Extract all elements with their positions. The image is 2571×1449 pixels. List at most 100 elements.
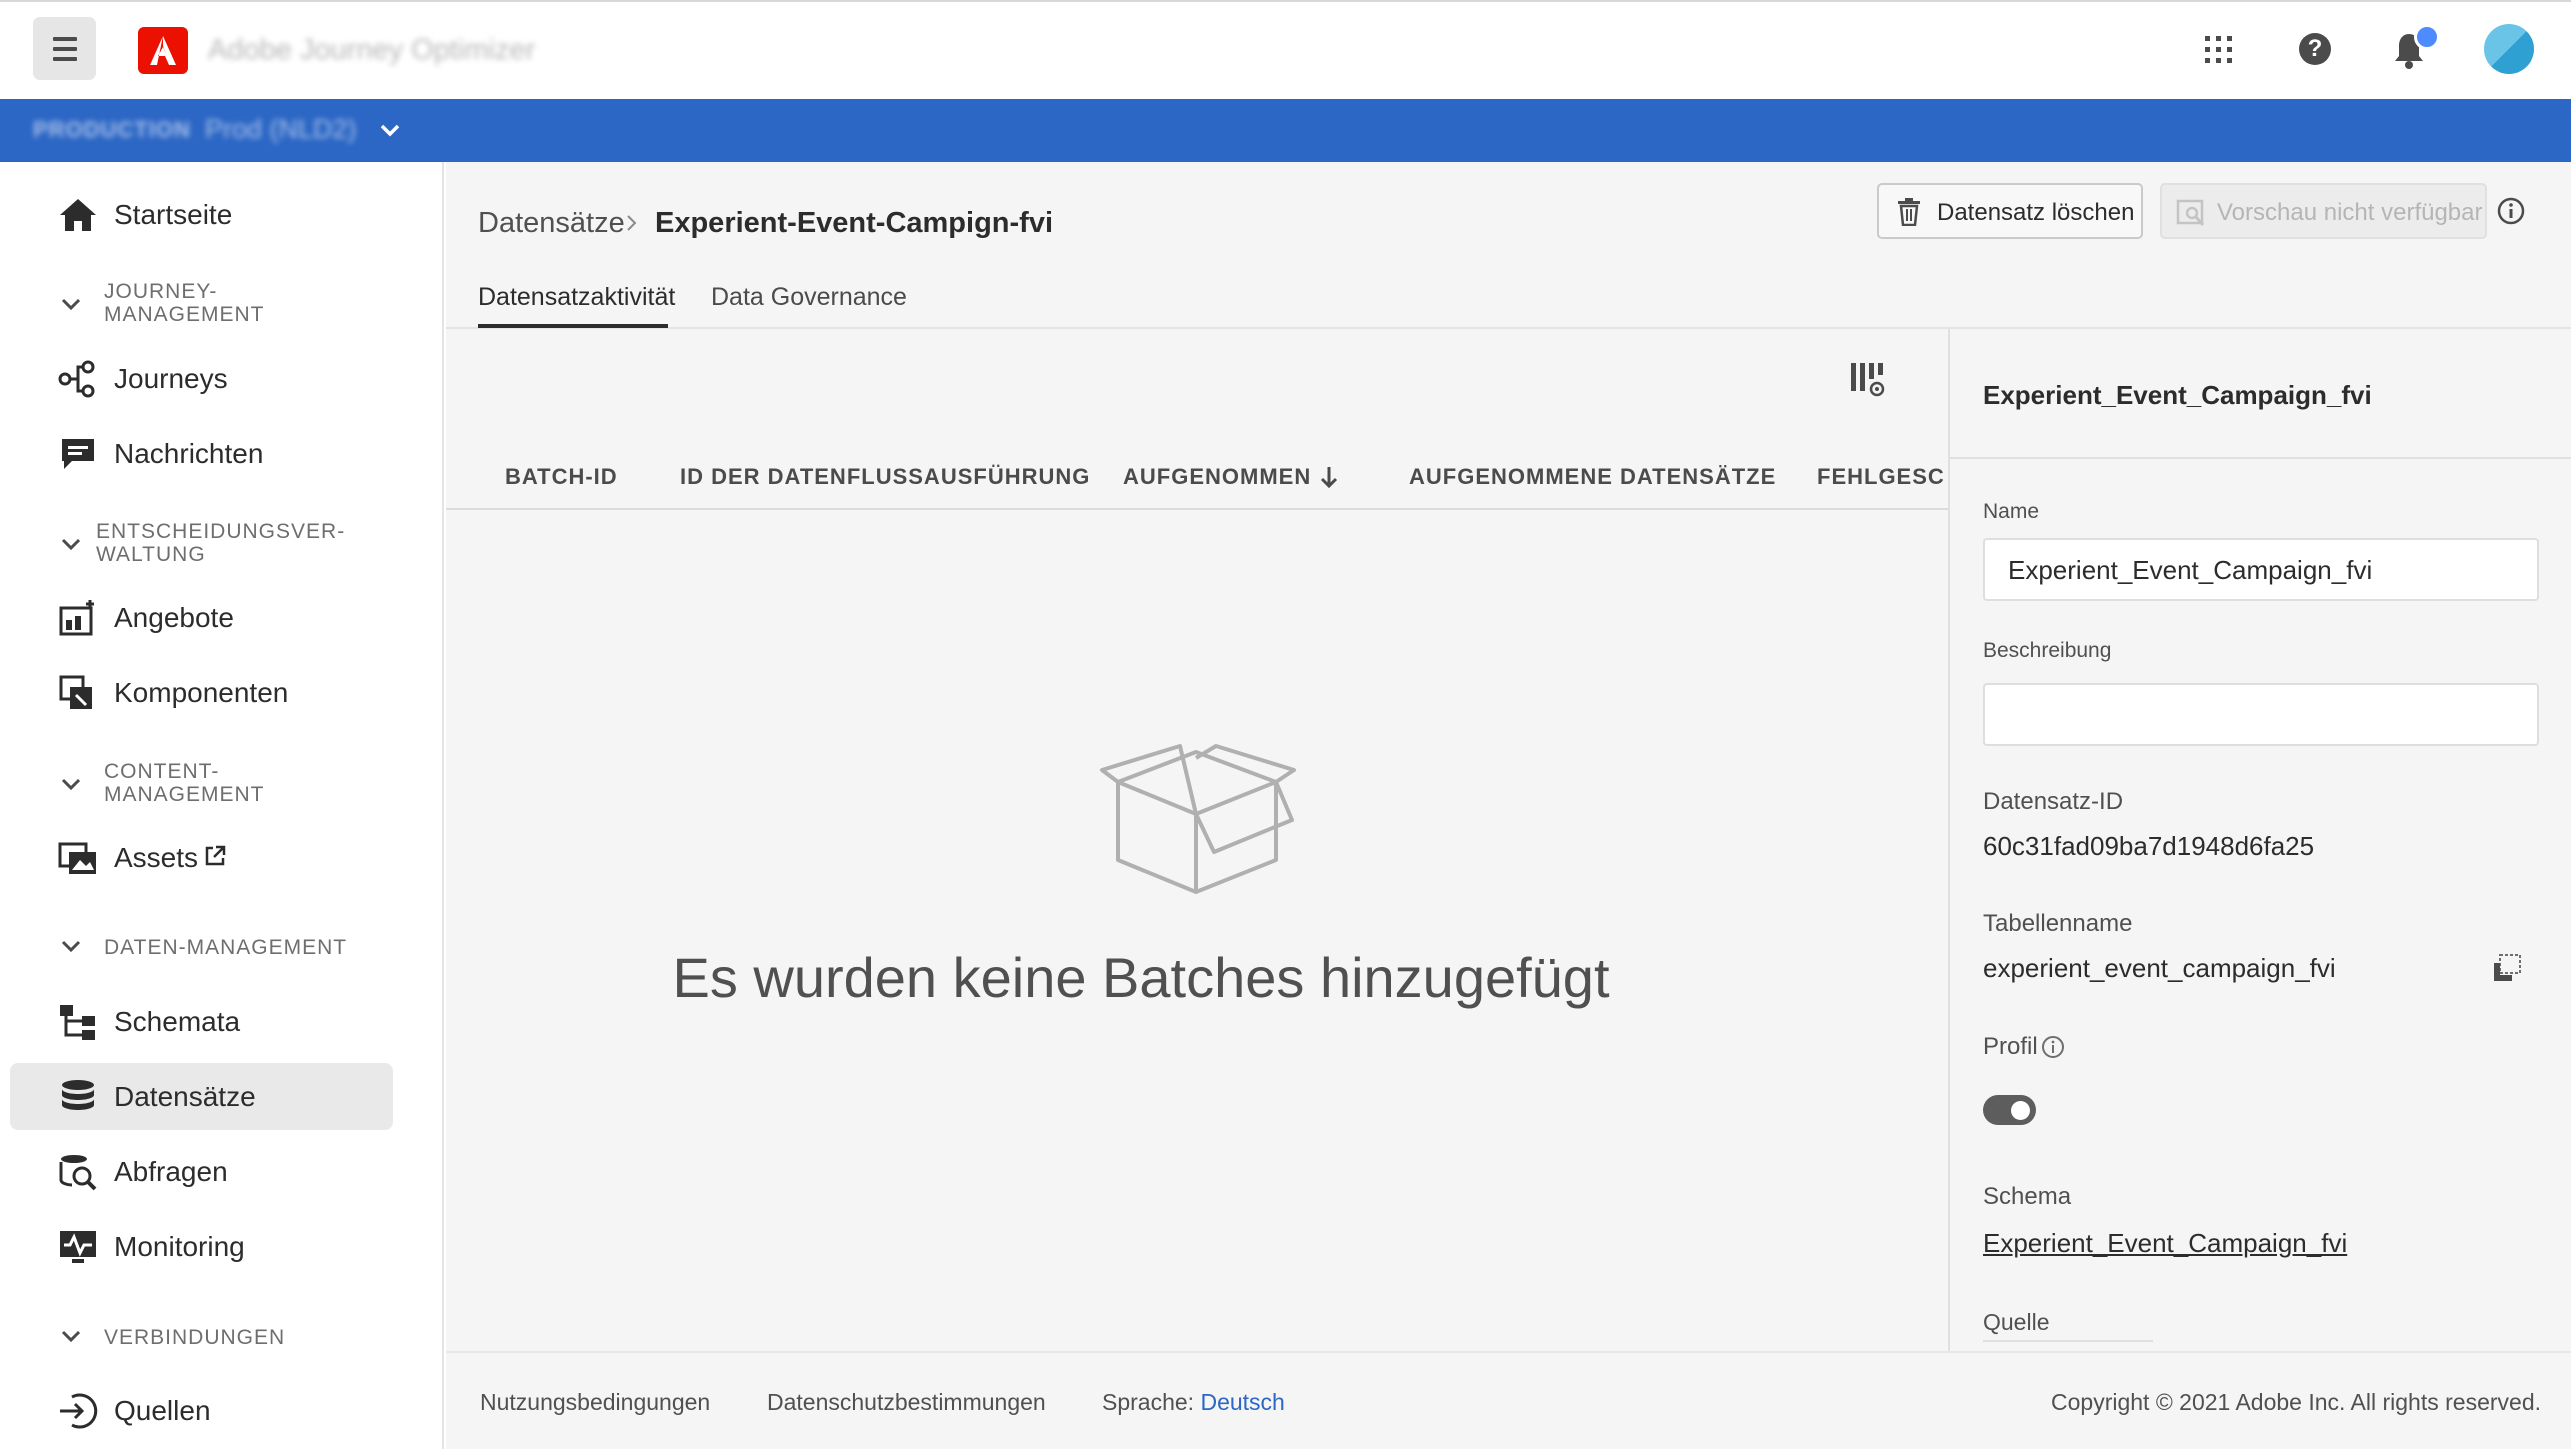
sidebar-section-label: VERBINDUNGEN xyxy=(104,1326,286,1349)
queries-icon xyxy=(59,1154,97,1190)
name-field-value: Experient_Event_Campaign_fvi xyxy=(2008,555,2373,585)
sidebar-item-startseite[interactable]: Startseite xyxy=(0,181,444,248)
sidebar-item-angebote[interactable]: Angebote xyxy=(0,584,444,651)
preview-label: Vorschau nicht verfügbar xyxy=(2217,199,2483,226)
copyright-text: Copyright © 2021 Adobe Inc. All rights r… xyxy=(2051,1389,2541,1415)
copy-icon[interactable] xyxy=(2490,953,2524,985)
sidebar-item-label: Datensätze xyxy=(114,1080,256,1112)
app-title: Adobe Journey Optimizer xyxy=(208,34,536,66)
help-icon[interactable]: ? xyxy=(2299,33,2331,65)
user-avatar[interactable] xyxy=(2484,24,2534,74)
sidebar-item-label: Quellen xyxy=(114,1394,211,1426)
sidebar-section-entscheidungsverwaltung[interactable]: ENTSCHEIDUNGSVER- WALTUNG xyxy=(0,518,444,568)
chevron-down-icon[interactable] xyxy=(378,121,402,141)
chevron-down-icon xyxy=(61,538,81,551)
column-header-ingested-records[interactable]: AUFGENOMMENE DATENSÄTZE xyxy=(1409,464,1776,490)
sources-icon xyxy=(60,1393,98,1428)
breadcrumb-root-link[interactable]: Datensätze xyxy=(478,207,625,240)
home-icon xyxy=(60,198,96,231)
chevron-right-icon xyxy=(627,215,637,231)
sort-descending-icon[interactable] xyxy=(1318,464,1340,490)
source-label: Quelle xyxy=(1983,1309,2050,1335)
sidebar-item-komponenten[interactable]: Komponenten xyxy=(0,659,444,726)
delete-dataset-button[interactable]: Datensatz löschen xyxy=(1877,183,2143,239)
language-label: Sprache: xyxy=(1102,1389,1195,1415)
description-label: Beschreibung xyxy=(1983,639,2112,662)
chevron-down-icon xyxy=(61,1330,81,1343)
sidebar-item-label: Nachrichten xyxy=(114,437,264,469)
sidebar-item-label: Journeys xyxy=(114,362,228,394)
column-header-ingested[interactable]: AUFGENOMMEN xyxy=(1123,464,1311,490)
table-name-label: Tabellenname xyxy=(1983,910,2133,937)
journeys-icon xyxy=(58,360,95,397)
sidebar-item-quellen[interactable]: Quellen xyxy=(0,1377,444,1444)
column-header-dataflow-run-id[interactable]: ID DER DATENFLUSSAUSFÜHRUNG xyxy=(680,464,1090,490)
sidebar-section-verbindungen[interactable]: VERBINDUNGEN xyxy=(0,1323,444,1353)
tab-dataset-activity[interactable]: Datensatzaktivität xyxy=(478,283,675,312)
column-header-failed[interactable]: FEHLGESCH xyxy=(1817,464,1945,490)
chevron-down-icon xyxy=(61,940,81,953)
language-selector[interactable]: Sprache: Deutsch xyxy=(1102,1389,1285,1416)
message-icon xyxy=(62,438,94,469)
page-title: Experient-Event-Campign-fvi xyxy=(655,207,1053,239)
dataset-id-label: Datensatz-ID xyxy=(1983,788,2124,815)
sidebar-item-monitoring[interactable]: Monitoring xyxy=(0,1213,444,1280)
sidebar-item-label: Startseite xyxy=(114,198,233,230)
app-switcher-icon[interactable] xyxy=(2203,34,2235,66)
schema-label: Schema xyxy=(1983,1183,2072,1210)
sidebar-section-label: DATEN-MANAGEMENT xyxy=(104,936,348,959)
assets-icon xyxy=(58,842,96,874)
terms-link[interactable]: Nutzungsbedingungen xyxy=(480,1389,710,1416)
hamburger-menu-button[interactable] xyxy=(33,17,96,80)
preview-button[interactable]: Vorschau nicht verfügbar xyxy=(2160,183,2487,239)
info-icon[interactable] xyxy=(2041,1035,2065,1059)
description-field[interactable] xyxy=(1983,683,2539,746)
environment-label: PRODUCTION xyxy=(33,117,191,142)
trash-icon xyxy=(1898,198,1920,226)
sidebar-item-schemata[interactable]: Schemata xyxy=(0,988,444,1055)
sidebar-section-label: CONTENT- MANAGEMENT xyxy=(104,760,265,806)
tab-active-indicator xyxy=(478,324,668,328)
sidebar-section-journey-management[interactable]: JOURNEY- MANAGEMENT xyxy=(0,278,444,328)
sidebar-item-label: Angebote xyxy=(114,601,234,633)
sidebar-item-label: Abfragen xyxy=(114,1155,228,1187)
sidebar-item-assets[interactable]: Assets xyxy=(0,824,444,891)
chevron-down-icon xyxy=(61,778,81,791)
sidebar-section-label: ENTSCHEIDUNGSVER- WALTUNG xyxy=(96,520,346,566)
tab-data-governance[interactable]: Data Governance xyxy=(711,283,907,312)
sidebar-section-daten-management[interactable]: DATEN-MANAGEMENT xyxy=(0,933,444,963)
info-icon[interactable] xyxy=(2496,196,2526,226)
sidebar-item-journeys[interactable]: Journeys xyxy=(0,345,444,412)
offers-icon xyxy=(59,599,94,635)
profile-label: Profil xyxy=(1983,1033,2038,1060)
profile-toggle-knob xyxy=(2011,1101,2030,1120)
empty-state-message: Es wurden keine Batches hinzugefügt xyxy=(672,946,1610,1009)
sidebar-section-content-management[interactable]: CONTENT- MANAGEMENT xyxy=(0,758,444,808)
external-link-icon xyxy=(205,845,226,866)
chevron-down-icon xyxy=(61,298,81,311)
environment-name[interactable]: Prod (NLD2) xyxy=(205,114,357,145)
components-icon xyxy=(59,675,92,709)
notification-badge xyxy=(2414,24,2440,50)
sidebar-item-label: Komponenten xyxy=(114,676,289,708)
name-field[interactable]: Experient_Event_Campaign_fvi xyxy=(1983,538,2539,601)
sidebar-item-label: Assets xyxy=(114,841,199,873)
privacy-link[interactable]: Datenschutzbestimmungen xyxy=(767,1389,1046,1416)
sidebar-item-abfragen[interactable]: Abfragen xyxy=(0,1138,444,1205)
dataset-id-value: 60c31fad09ba7d1948d6fa25 xyxy=(1983,831,2315,861)
menu-icon xyxy=(52,34,77,64)
column-header-batch-id[interactable]: BATCH-ID xyxy=(505,464,618,490)
monitoring-icon xyxy=(60,1230,96,1263)
empty-box-illustration xyxy=(1100,744,1296,894)
language-value[interactable]: Deutsch xyxy=(1200,1389,1284,1415)
schema-icon xyxy=(60,1004,95,1040)
panel-divider xyxy=(1983,1340,2153,1342)
adobe-logo[interactable] xyxy=(138,27,188,74)
panel-divider xyxy=(1950,457,2571,459)
sidebar-item-nachrichten[interactable]: Nachrichten xyxy=(0,420,444,487)
datasets-icon xyxy=(62,1079,94,1110)
column-settings-icon[interactable] xyxy=(1848,360,1886,398)
sidebar-item-datensaetze[interactable]: Datensätze xyxy=(10,1063,393,1130)
schema-link[interactable]: Experient_Event_Campaign_fvi xyxy=(1983,1228,2347,1259)
sidebar-section-label: JOURNEY- MANAGEMENT xyxy=(104,280,265,326)
